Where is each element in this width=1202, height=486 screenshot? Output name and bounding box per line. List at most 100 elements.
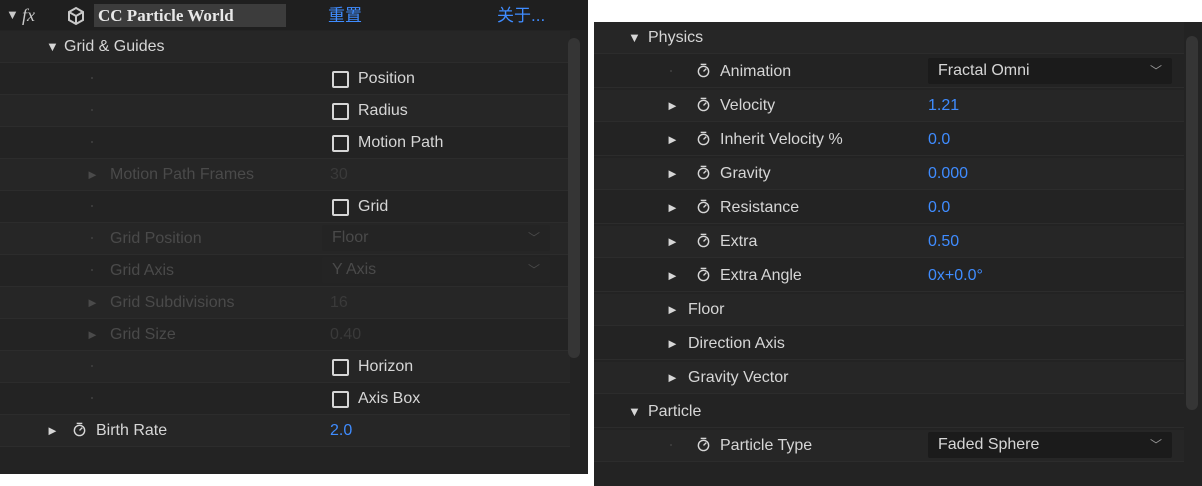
grid-subdivisions-label: Grid Subdivisions <box>110 294 235 311</box>
effect-controls-panel-left: ▼ fx CC Particle World 重置 关于... ▼ Grid &… <box>0 0 588 474</box>
particle-type-value: Faded Sphere <box>938 436 1040 453</box>
velocity-label: Velocity <box>720 97 776 114</box>
position-checkbox[interactable] <box>332 71 349 88</box>
fx-icon[interactable]: fx <box>22 0 35 30</box>
floor-label: Floor <box>688 301 725 318</box>
stopwatch-icon[interactable] <box>696 63 711 78</box>
effect-expand-arrow[interactable]: ▼ <box>6 0 19 30</box>
collapse-arrow[interactable]: ► <box>86 159 99 190</box>
effect-controls-panel-right: ▼ Physics Animation Fractal Omni ﹀ ► Vel… <box>594 22 1202 486</box>
resistance-value[interactable]: 0.0 <box>928 192 950 223</box>
collapse-arrow[interactable]: ► <box>666 192 679 223</box>
collapse-arrow[interactable]: ► <box>666 260 679 291</box>
motion-path-frames-label: Motion Path Frames <box>110 166 255 183</box>
stopwatch-icon[interactable] <box>696 199 711 214</box>
expand-arrow[interactable]: ▼ <box>628 396 641 427</box>
collapse-arrow[interactable]: ► <box>86 319 99 350</box>
grid-checkbox[interactable] <box>332 199 349 216</box>
gravity-vector-row[interactable]: ► Gravity Vector <box>594 362 1184 394</box>
particle-type-dropdown[interactable]: Faded Sphere ﹀ <box>928 432 1172 458</box>
collapse-arrow[interactable]: ► <box>86 287 99 318</box>
inherit-velocity-value[interactable]: 0.0 <box>928 124 950 155</box>
particle-group[interactable]: ▼ Particle <box>594 396 1184 428</box>
horizon-row: Horizon <box>0 351 570 383</box>
stopwatch-icon[interactable] <box>696 97 711 112</box>
collapse-arrow[interactable]: ► <box>666 328 679 359</box>
velocity-value[interactable]: 1.21 <box>928 90 959 121</box>
collapse-arrow[interactable]: ► <box>666 294 679 325</box>
collapse-arrow[interactable]: ► <box>666 158 679 189</box>
axis-box-row: Axis Box <box>0 383 570 415</box>
motion-path-row: Motion Path <box>0 127 570 159</box>
birth-rate-value[interactable]: 2.0 <box>330 415 352 446</box>
stopwatch-icon[interactable] <box>696 437 711 452</box>
stopwatch-icon[interactable] <box>696 165 711 180</box>
collapse-arrow[interactable]: ► <box>666 90 679 121</box>
chevron-down-icon: ﹀ <box>1149 438 1162 452</box>
floor-row[interactable]: ► Floor <box>594 294 1184 326</box>
inherit-velocity-label: Inherit Velocity % <box>720 131 843 148</box>
3d-cube-icon <box>68 6 84 26</box>
birth-rate-label: Birth Rate <box>96 422 168 439</box>
grid-axis-row: Grid Axis Y Axis ﹀ <box>0 255 570 287</box>
extra-label: Extra <box>720 233 758 250</box>
physics-group[interactable]: ▼ Physics <box>594 22 1184 54</box>
gravity-row: ► Gravity 0.000 <box>594 158 1184 190</box>
particle-label: Particle <box>648 403 702 420</box>
direction-axis-row[interactable]: ► Direction Axis <box>594 328 1184 360</box>
grid-size-label: Grid Size <box>110 326 176 343</box>
birth-rate-row: ► Birth Rate 2.0 <box>0 415 570 447</box>
velocity-row: ► Velocity 1.21 <box>594 90 1184 122</box>
horizon-checkbox[interactable] <box>332 359 349 376</box>
row-dot <box>91 237 93 239</box>
motion-path-label: Motion Path <box>358 134 444 151</box>
expand-arrow[interactable]: ▼ <box>46 31 59 62</box>
radius-checkbox[interactable] <box>332 103 349 120</box>
effect-name[interactable]: CC Particle World <box>98 0 234 31</box>
radius-row: Radius <box>0 95 570 127</box>
row-dot <box>91 365 93 367</box>
grid-axis-value: Y Axis <box>332 261 377 278</box>
grid-position-dropdown[interactable]: Floor ﹀ <box>322 225 550 251</box>
grid-axis-dropdown[interactable]: Y Axis ﹀ <box>322 257 550 283</box>
collapse-arrow[interactable]: ► <box>666 362 679 393</box>
gravity-value[interactable]: 0.000 <box>928 158 968 189</box>
grid-guides-group[interactable]: ▼ Grid & Guides <box>0 31 570 63</box>
stopwatch-icon[interactable] <box>72 422 87 437</box>
grid-size-value[interactable]: 0.40 <box>330 319 361 350</box>
row-dot <box>91 109 93 111</box>
scrollbar[interactable] <box>1186 36 1198 410</box>
grid-position-row: Grid Position Floor ﹀ <box>0 223 570 255</box>
extra-value[interactable]: 0.50 <box>928 226 959 257</box>
reset-link[interactable]: 重置 <box>328 0 362 31</box>
particle-type-label: Particle Type <box>720 437 813 454</box>
axis-box-label: Axis Box <box>358 390 421 407</box>
stopwatch-icon[interactable] <box>696 233 711 248</box>
about-link[interactable]: 关于... <box>497 0 545 31</box>
grid-subdivisions-value[interactable]: 16 <box>330 287 348 318</box>
chevron-down-icon: ﹀ <box>1149 64 1162 78</box>
extra-angle-value[interactable]: 0x+0.0° <box>928 260 983 291</box>
extra-row: ► Extra 0.50 <box>594 226 1184 258</box>
stopwatch-icon[interactable] <box>696 131 711 146</box>
motion-path-checkbox[interactable] <box>332 135 349 152</box>
collapse-arrow[interactable]: ► <box>666 226 679 257</box>
collapse-arrow[interactable]: ► <box>46 415 59 446</box>
gravity-vector-label: Gravity Vector <box>688 369 789 386</box>
grid-position-label: Grid Position <box>110 230 202 247</box>
grid-axis-label: Grid Axis <box>110 262 175 279</box>
axis-box-checkbox[interactable] <box>332 391 349 408</box>
expand-arrow[interactable]: ▼ <box>628 22 641 53</box>
row-dot <box>91 269 93 271</box>
next-row <box>594 464 1184 486</box>
motion-path-frames-value[interactable]: 30 <box>330 159 348 190</box>
animation-row: Animation Fractal Omni ﹀ <box>594 56 1184 88</box>
stopwatch-icon[interactable] <box>696 267 711 282</box>
animation-dropdown[interactable]: Fractal Omni ﹀ <box>928 58 1172 84</box>
grid-row: Grid <box>0 191 570 223</box>
position-label: Position <box>358 70 415 87</box>
direction-axis-label: Direction Axis <box>688 335 785 352</box>
collapse-arrow[interactable]: ► <box>666 124 679 155</box>
scrollbar[interactable] <box>568 38 580 358</box>
effect-header: ▼ fx CC Particle World 重置 关于... <box>0 0 588 30</box>
